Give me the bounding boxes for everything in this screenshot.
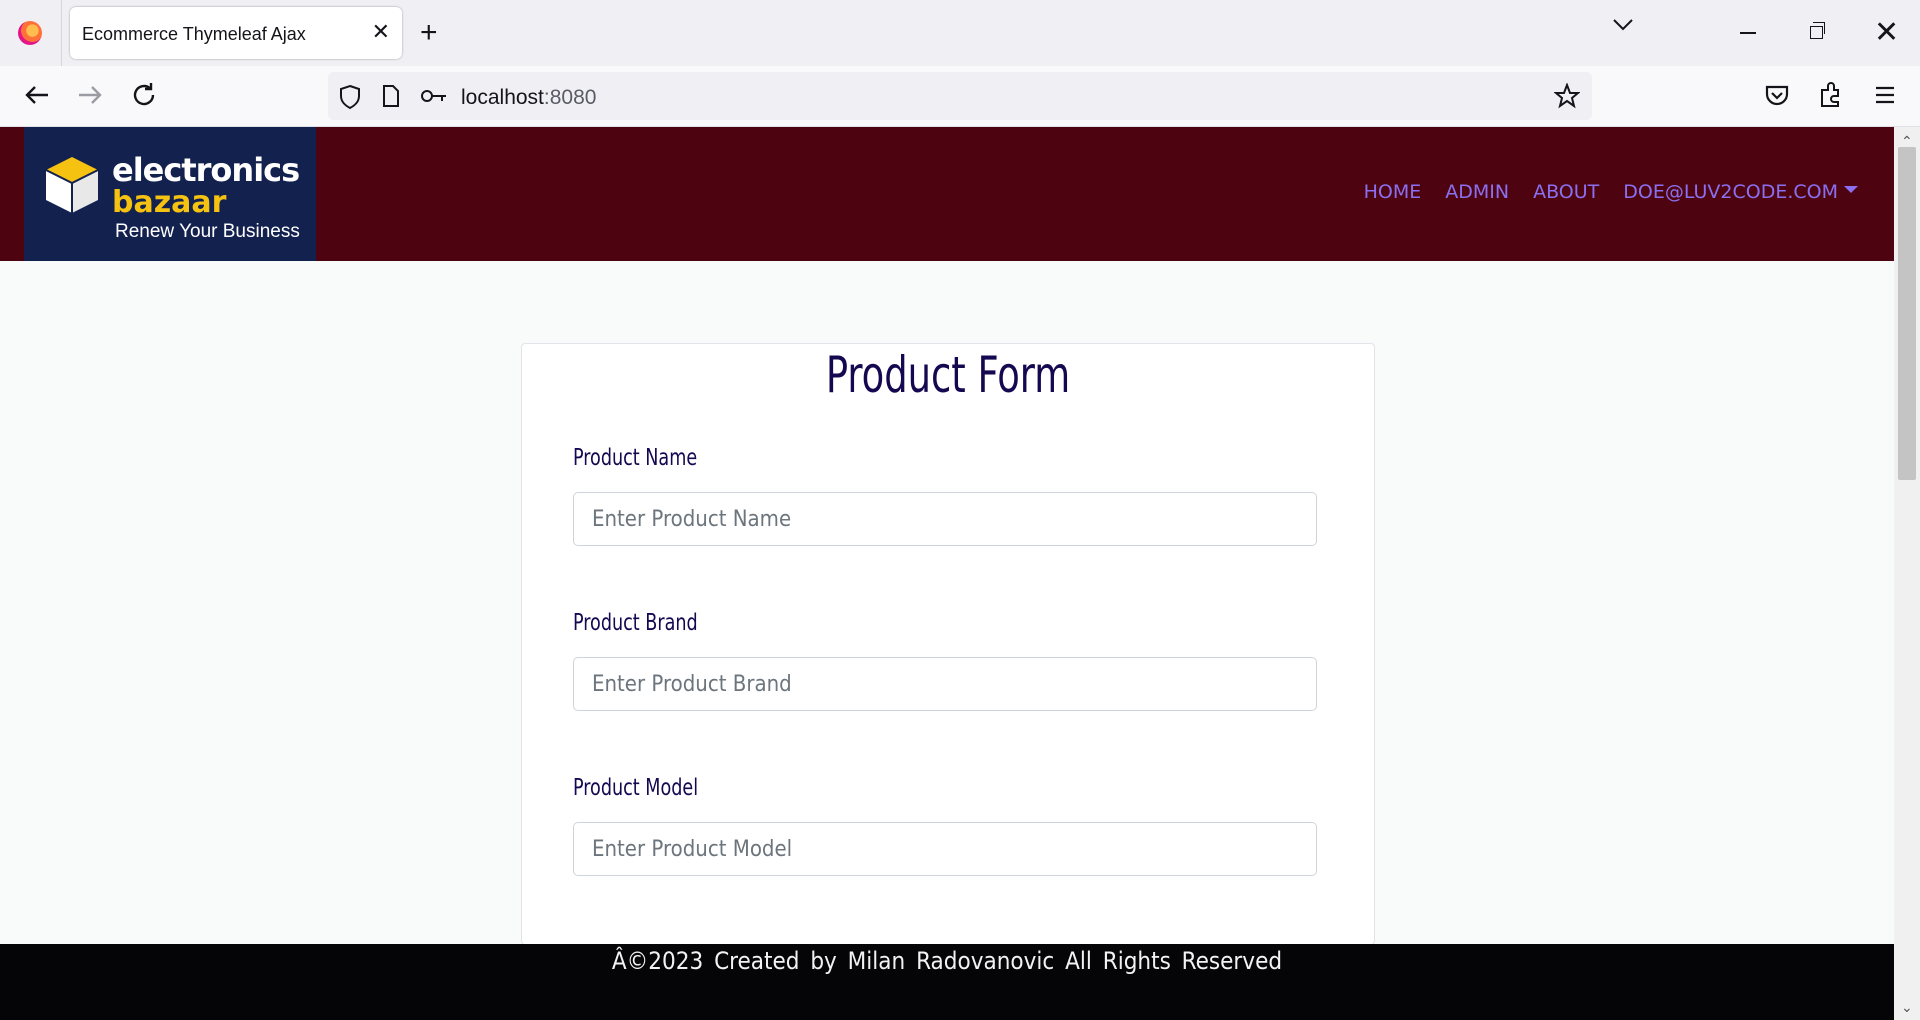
- form-title: Product Form: [825, 346, 1071, 404]
- firefox-icon[interactable]: [18, 21, 42, 45]
- restore-icon[interactable]: [1810, 22, 1825, 39]
- nav-home-link[interactable]: HOME: [1364, 181, 1422, 203]
- user-email: DOE@LUV2CODE.COM: [1623, 181, 1838, 203]
- close-tab-icon[interactable]: ✕: [372, 19, 390, 45]
- page-scrollbar[interactable]: ⌃ ⌄: [1894, 127, 1920, 1020]
- logo-tagline: Renew Your Business: [115, 221, 300, 242]
- cube-logo-icon: [45, 157, 99, 213]
- browser-toolbar: localhost:8080: [0, 66, 1920, 127]
- key-icon[interactable]: [420, 88, 448, 104]
- url-text[interactable]: localhost:8080: [461, 86, 596, 110]
- scroll-down-arrow-icon[interactable]: ⌄: [1901, 999, 1913, 1016]
- site-header: electronics bazaar Renew Your Business H…: [0, 127, 1894, 261]
- user-dropdown[interactable]: DOE@LUV2CODE.COM: [1623, 181, 1858, 203]
- site-footer: Â©2023 Created by Milan Radovanovic All …: [0, 944, 1894, 1020]
- window-close-icon[interactable]: ✕: [1874, 16, 1899, 50]
- product-brand-label: Product Brand: [573, 610, 698, 636]
- site-logo[interactable]: electronics bazaar Renew Your Business: [24, 127, 316, 261]
- browser-tab-bar: Ecommerce Thymeleaf Ajax ✕ + ✕: [0, 0, 1920, 66]
- footer-text: Â©2023 Created by Milan Radovanovic All …: [611, 947, 1283, 975]
- scroll-thumb[interactable]: [1898, 147, 1916, 480]
- forward-arrow-icon[interactable]: [75, 80, 105, 110]
- nav-admin-link[interactable]: ADMIN: [1445, 181, 1509, 203]
- shield-icon[interactable]: [338, 84, 362, 110]
- product-name-input[interactable]: [573, 492, 1317, 546]
- logo-text-bazaar: bazaar: [112, 185, 227, 220]
- new-tab-icon[interactable]: +: [420, 16, 438, 50]
- minimize-icon[interactable]: [1740, 32, 1756, 34]
- product-brand-input[interactable]: [573, 657, 1317, 711]
- menu-hamburger-icon[interactable]: [1870, 80, 1900, 110]
- page-icon[interactable]: [381, 84, 401, 108]
- product-name-label: Product Name: [573, 445, 698, 471]
- logo-text-electronics: electronics: [112, 151, 300, 189]
- tab-title: Ecommerce Thymeleaf Ajax: [82, 24, 306, 44]
- extensions-icon[interactable]: [1816, 80, 1846, 110]
- main-nav: HOME ADMIN ABOUT DOE@LUV2CODE.COM: [1364, 181, 1858, 203]
- reload-icon[interactable]: [129, 80, 159, 110]
- chevron-down-icon[interactable]: [1612, 18, 1634, 32]
- product-form-card: Product Form Product Name Product Brand …: [521, 343, 1375, 945]
- bookmark-star-icon[interactable]: [1554, 83, 1580, 109]
- back-arrow-icon[interactable]: [22, 80, 52, 110]
- url-port: :8080: [543, 86, 597, 109]
- url-host: localhost: [461, 86, 544, 109]
- caret-down-icon: [1844, 186, 1858, 194]
- pocket-icon[interactable]: [1762, 80, 1792, 110]
- browser-tab[interactable]: Ecommerce Thymeleaf Ajax ✕: [70, 7, 402, 59]
- address-bar[interactable]: localhost:8080: [328, 72, 1592, 120]
- tab-divider: [61, 0, 62, 66]
- product-model-input[interactable]: [573, 822, 1317, 876]
- product-model-label: Product Model: [573, 775, 699, 801]
- nav-about-link[interactable]: ABOUT: [1533, 181, 1599, 203]
